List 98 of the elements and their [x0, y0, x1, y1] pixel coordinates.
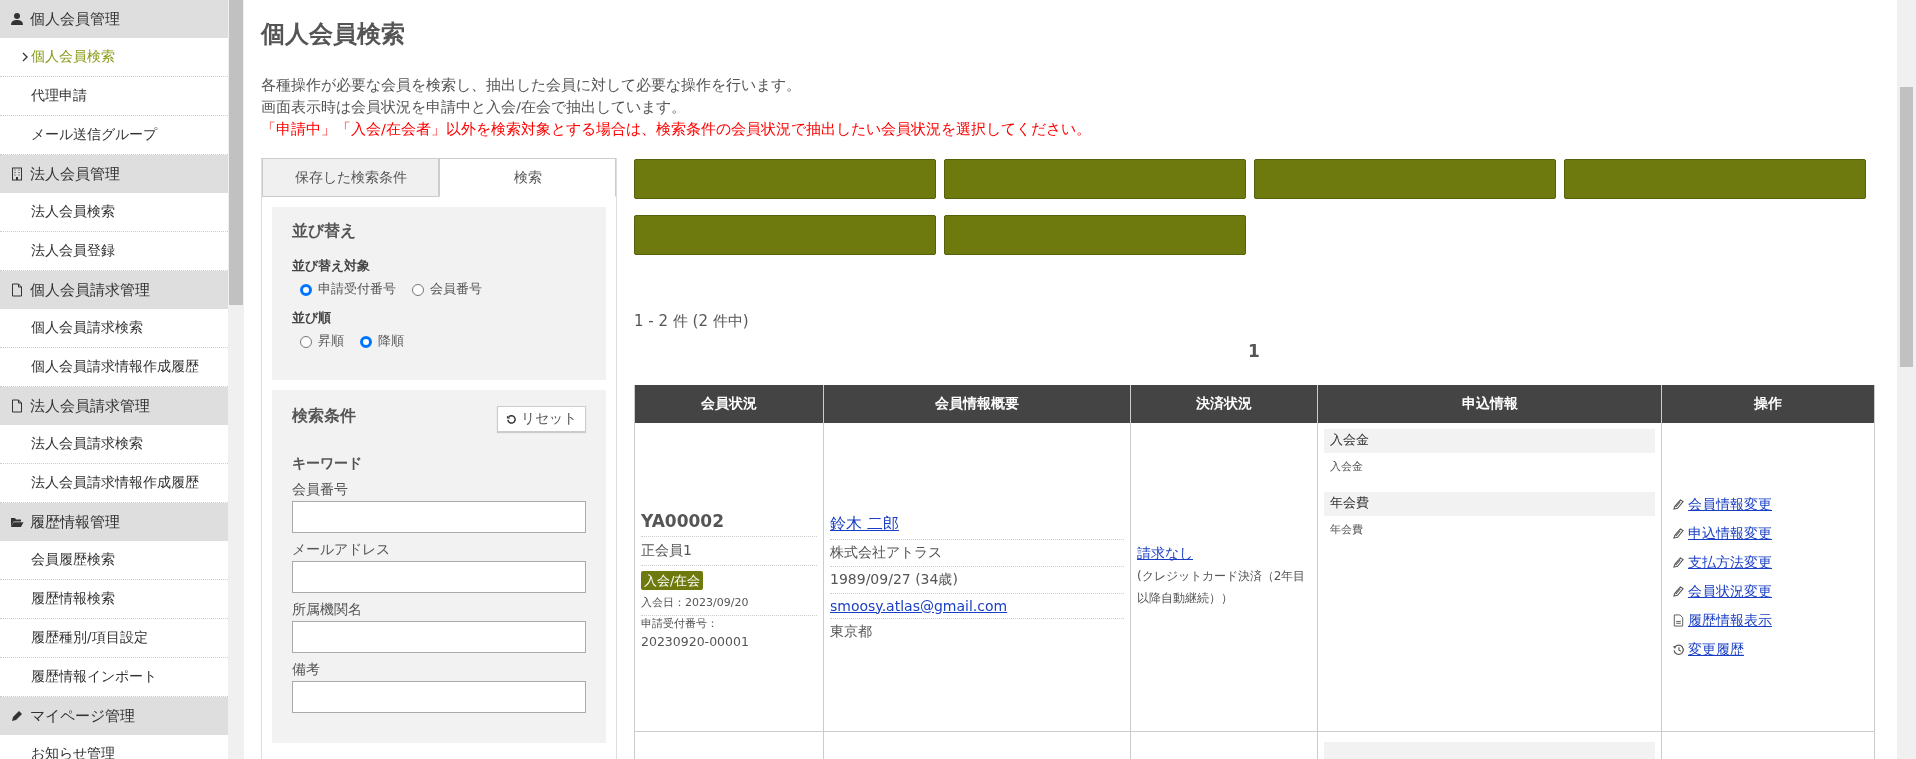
- member-name-link[interactable]: 鈴木 二郎: [830, 514, 899, 533]
- radio-label: 会員番号: [430, 281, 482, 298]
- section-title: 法人会員管理: [30, 164, 120, 184]
- field-label: メールアドレス: [292, 541, 391, 559]
- blank-button[interactable]: [944, 215, 1246, 255]
- blank-button[interactable]: [634, 215, 936, 255]
- scrollbar-thumb[interactable]: [1900, 87, 1913, 367]
- tab[interactable]: 検索: [439, 158, 616, 197]
- sidebar-section-header[interactable]: 履歴情報管理: [0, 503, 228, 541]
- column-header: 会員状況: [635, 385, 824, 423]
- sidebar-section-header[interactable]: 法人会員請求管理: [0, 387, 228, 425]
- document-icon: [1672, 614, 1685, 627]
- pencil-icon: [1672, 556, 1685, 569]
- section-heading: 検索条件: [292, 406, 356, 427]
- operation-link[interactable]: 支払方法変更: [1688, 553, 1772, 572]
- prefecture: 東京都: [830, 621, 873, 641]
- pencil-icon: [1672, 498, 1685, 511]
- member-type: 正会員1: [641, 536, 817, 566]
- radio-button[interactable]: [300, 335, 312, 348]
- column-header: 申込情報: [1318, 385, 1662, 423]
- application-number: 20230920-00001: [641, 632, 750, 649]
- chevron-icon: [22, 52, 28, 62]
- radio-button[interactable]: [300, 283, 312, 296]
- blank-button[interactable]: [1254, 159, 1556, 199]
- radio-label: 昇順: [318, 333, 344, 350]
- input-field[interactable]: [292, 681, 586, 713]
- document-icon: [10, 283, 24, 297]
- description-text: 画面表示時は会員状況を申請中と入会/在会で抽出しています。: [261, 98, 687, 117]
- column-header: 会員情報概要: [824, 385, 1131, 423]
- scrollbar[interactable]: [228, 0, 244, 759]
- sidebar-section-header[interactable]: マイページ管理: [0, 697, 228, 735]
- payment-status-link[interactable]: 請求なし: [1137, 545, 1193, 561]
- blank-button[interactable]: [944, 159, 1246, 199]
- section-title: 履歴情報管理: [30, 512, 120, 532]
- operation-link[interactable]: 会員情報変更: [1688, 495, 1772, 514]
- reset-button[interactable]: リセット: [497, 406, 586, 432]
- sidebar-section-header[interactable]: 個人会員管理: [0, 0, 228, 38]
- reset-icon: [506, 413, 517, 425]
- folder-icon: [10, 515, 24, 529]
- field-label: 会員番号: [292, 481, 349, 499]
- application-label: 申請受付番号：: [641, 615, 719, 631]
- radio-option[interactable]: 昇順: [300, 333, 344, 350]
- radio-label: 降順: [378, 333, 404, 350]
- field-label: 所属機関名: [292, 601, 363, 619]
- fee-detail: 年会費: [1329, 522, 1364, 538]
- section-title: 個人会員管理: [30, 9, 120, 29]
- operation-link[interactable]: 会員状況変更: [1688, 582, 1772, 601]
- section-heading: 並び替え: [292, 221, 357, 242]
- section-title: 法人会員請求管理: [30, 396, 150, 416]
- document-icon: [10, 399, 24, 413]
- input-field[interactable]: [292, 621, 586, 653]
- fee-detail: 入会金: [1329, 459, 1364, 475]
- fee-heading: 年会費: [1324, 492, 1655, 516]
- page-title: 個人会員検索: [261, 19, 406, 50]
- page-number[interactable]: 1: [1248, 341, 1260, 361]
- radio-label: 申請受付番号: [318, 281, 396, 298]
- radio-option[interactable]: 会員番号: [412, 281, 482, 298]
- blank-button[interactable]: [634, 159, 936, 199]
- sidebar-section-header[interactable]: 個人会員請求管理: [0, 271, 228, 309]
- field-label: 並び順: [292, 310, 332, 327]
- join-date: 入会日：2023/09/20: [641, 589, 817, 616]
- radio-button[interactable]: [412, 283, 424, 296]
- input-field[interactable]: [292, 501, 586, 533]
- column-header: 決済状況: [1131, 385, 1318, 423]
- blank-button[interactable]: [1564, 159, 1866, 199]
- radio-button[interactable]: [360, 335, 372, 348]
- building-icon: [10, 167, 24, 181]
- tab[interactable]: 保存した検索条件: [262, 158, 439, 197]
- scrollbar[interactable]: [1897, 0, 1916, 759]
- company-name: 株式会社アトラス: [830, 539, 1124, 567]
- operation-link[interactable]: 申込情報変更: [1688, 524, 1772, 543]
- operation-link[interactable]: 変更履歴: [1688, 640, 1744, 659]
- birthday: 1989/09/27 (34歳): [830, 566, 1124, 594]
- pencil-icon: [1672, 527, 1685, 540]
- operation-link[interactable]: 履歴情報表示: [1688, 611, 1772, 630]
- description-text: 各種操作が必要な会員を検索し、抽出した会員に対して必要な操作を行います。: [261, 76, 802, 95]
- sidebar-section-header[interactable]: 法人会員管理: [0, 155, 228, 193]
- section-title: マイページ管理: [30, 706, 135, 726]
- result-count: 1 - 2 件 (2 件中): [634, 312, 750, 331]
- scrollbar-thumb[interactable]: [229, 0, 243, 305]
- member-id: YA00002: [641, 505, 817, 537]
- person-icon: [10, 12, 24, 26]
- field-label: 備考: [292, 661, 321, 679]
- section-title: 個人会員請求管理: [30, 280, 150, 300]
- status-badge: 入会/在会: [641, 570, 704, 590]
- radio-option[interactable]: 降順: [360, 333, 404, 350]
- input-field[interactable]: [292, 561, 586, 593]
- payment-note: (クレジットカード決済（2年目以降自動継続））: [1137, 568, 1307, 607]
- email-link[interactable]: smoosy.atlas@gmail.com: [830, 597, 1008, 614]
- column-header: 操作: [1662, 385, 1875, 423]
- pencil-icon: [1672, 585, 1685, 598]
- field-label: 並び替え対象: [292, 258, 371, 275]
- history-icon: [1672, 643, 1685, 656]
- fee-heading: 入会金: [1324, 429, 1655, 453]
- warning-text: 「申請中」「入会/在会者」以外を検索対象とする場合は、検索条件の会員状況で抽出したい会員状況を選択してください。: [261, 120, 1092, 139]
- radio-option[interactable]: 申請受付番号: [300, 281, 396, 298]
- subheading: キーワード: [292, 455, 363, 473]
- pencil-icon: [10, 709, 24, 723]
